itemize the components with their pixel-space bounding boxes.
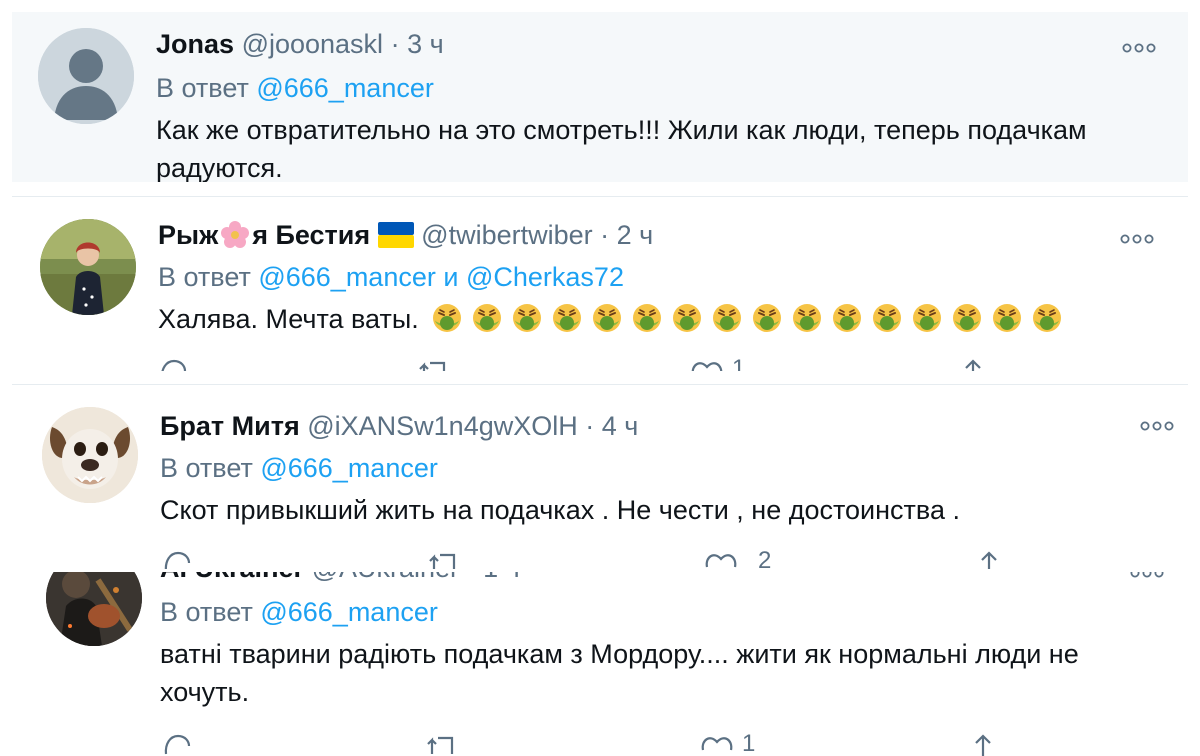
nauseated-face-emoji <box>633 304 662 332</box>
like-icon[interactable] <box>704 549 738 569</box>
retweet-icon[interactable] <box>418 357 452 371</box>
share-icon[interactable] <box>958 357 988 371</box>
reply-icon[interactable] <box>162 549 192 569</box>
timestamp[interactable]: 4 ч <box>602 411 639 441</box>
timestamp[interactable]: 3 ч <box>407 29 444 59</box>
reply-icon[interactable] <box>158 357 188 371</box>
reply-context: В ответ @666_mancer и @Cherkas72 <box>158 261 624 293</box>
tweet-header: Рыж я Бестия @twibertwiber · 2 ч <box>158 219 653 251</box>
nauseated-face-emoji <box>1033 304 1062 332</box>
tweet-header: Jonas @jooonaskl · 3 ч <box>156 28 444 60</box>
nauseated-face-emoji <box>473 304 502 332</box>
tweet-card-brat-mitya[interactable]: Брат Митя @iXANSw1n4gwXOlH · 4 ч В ответ… <box>12 384 1188 569</box>
nauseated-face-emoji <box>673 304 702 332</box>
action-bar: 1 <box>158 357 1018 371</box>
nauseated-face-emoji <box>433 304 462 332</box>
display-name[interactable]: Брат Митя <box>160 411 300 441</box>
mention-link[interactable]: @Cherkas72 <box>466 262 624 292</box>
nauseated-face-emoji <box>593 304 622 332</box>
nauseated-face-emoji <box>913 304 942 332</box>
separator: · <box>467 572 476 583</box>
retweet-icon[interactable] <box>428 549 462 569</box>
user-handle[interactable]: @AUkrainer <box>312 572 459 583</box>
display-name-part-1: Рыж <box>158 220 219 250</box>
more-icon[interactable] <box>1130 572 1164 578</box>
nauseated-face-emoji <box>513 304 542 332</box>
avatar-photo-icon <box>46 572 142 646</box>
nauseated-face-emoji <box>993 304 1022 332</box>
nauseated-face-emoji <box>953 304 982 332</box>
like-count: 2 <box>758 547 772 570</box>
display-name[interactable]: AI Ukrainer <box>160 572 304 583</box>
tweet-card-ai-ukrainer[interactable]: AI Ukrainer @AUkrainer · 1 ч В ответ @66… <box>12 572 1188 756</box>
more-icon[interactable] <box>1120 232 1154 244</box>
more-icon[interactable] <box>1122 41 1156 53</box>
avatar-photo-icon <box>42 407 138 503</box>
tweet-header: AI Ukrainer @AUkrainer · 1 ч <box>160 572 520 584</box>
reply-context: В ответ @666_mancer <box>160 452 438 484</box>
nauseated-face-emoji <box>753 304 782 332</box>
user-handle[interactable]: @iXANSw1n4gwXOlH <box>307 411 578 441</box>
avatar-photo-dog[interactable] <box>42 407 138 503</box>
reply-prefix: В ответ <box>160 597 253 627</box>
avatar-photo-icon <box>40 219 136 315</box>
user-handle[interactable]: @twibertwiber <box>421 220 592 250</box>
nauseated-face-emoji <box>553 304 582 332</box>
emoji-row <box>432 304 1072 334</box>
tweet-card-jonas[interactable]: Jonas @jooonaskl · 3 ч В ответ @666_manc… <box>12 12 1188 182</box>
reply-prefix: В ответ <box>158 262 251 292</box>
timestamp[interactable]: 1 ч <box>483 572 520 583</box>
nauseated-face-emoji <box>793 304 822 332</box>
reply-context: В ответ @666_mancer <box>160 596 438 628</box>
like-icon[interactable] <box>690 357 724 371</box>
action-bar: 2 <box>162 549 1022 569</box>
tweet-card-ryzhaya[interactable]: Рыж я Бестия @twibertwiber · 2 ч В ответ … <box>12 196 1188 371</box>
tweet-text: ватні тварини радіють подачкам з Мордору… <box>160 639 1079 707</box>
separator: · <box>585 411 595 441</box>
flower-emoji <box>221 221 250 248</box>
reply-prefix: В ответ <box>160 453 253 483</box>
display-name[interactable]: Jonas <box>156 29 234 59</box>
tweet-text-content: Халява. Мечта ваты. <box>158 304 419 334</box>
share-icon[interactable] <box>974 549 1004 569</box>
share-icon[interactable] <box>968 732 998 756</box>
retweet-icon[interactable] <box>426 732 460 756</box>
display-name[interactable]: Рыж я Бестия <box>158 220 414 250</box>
reply-context: В ответ @666_mancer <box>156 72 434 104</box>
mention-link[interactable]: @666_mancer <box>256 73 434 103</box>
separator: · <box>600 220 610 250</box>
user-handle[interactable]: @jooonaskl <box>242 29 384 59</box>
timestamp[interactable]: 2 ч <box>617 220 654 250</box>
separator: · <box>390 29 400 59</box>
like-icon[interactable] <box>700 732 734 756</box>
avatar-photo-guitar[interactable] <box>46 572 142 646</box>
tweet-text: Как же отвратительно на это смотреть!!! … <box>156 115 1087 182</box>
mention-link[interactable]: @666_mancer <box>260 453 438 483</box>
mention-link[interactable]: @666_mancer <box>260 597 438 627</box>
like-count: 1 <box>742 730 756 756</box>
action-bar: 1 <box>162 732 1022 756</box>
avatar-default[interactable] <box>38 28 134 124</box>
tweet-text: Скот привыкший жить на подачках . Не чес… <box>160 495 960 525</box>
display-name-part-2: я Бестия <box>252 220 371 250</box>
default-avatar-icon <box>38 28 134 124</box>
tweet-text: Халява. Мечта ваты. <box>158 300 1158 338</box>
reply-prefix: В ответ <box>156 73 249 103</box>
nauseated-face-emoji <box>713 304 742 332</box>
mention-conjunction: и <box>443 262 459 292</box>
like-count: 1 <box>732 355 746 372</box>
nauseated-face-emoji <box>833 304 862 332</box>
ukraine-flag-emoji <box>377 222 414 248</box>
tweet-header: Брат Митя @iXANSw1n4gwXOlH · 4 ч <box>160 410 638 442</box>
more-icon[interactable] <box>1140 419 1174 431</box>
mention-link[interactable]: @666_mancer <box>258 262 436 292</box>
avatar-photo-woman[interactable] <box>40 219 136 315</box>
reply-icon[interactable] <box>162 732 192 756</box>
nauseated-face-emoji <box>873 304 902 332</box>
